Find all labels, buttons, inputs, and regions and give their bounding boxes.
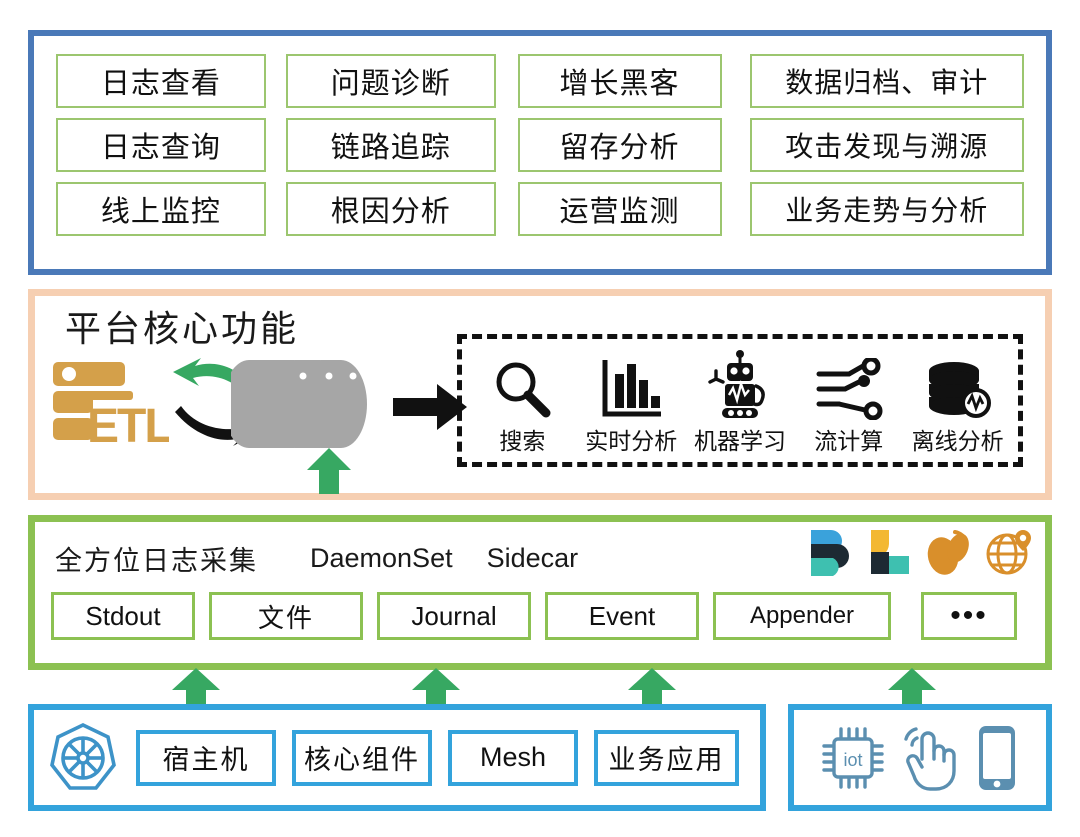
- devices-panel: iot: [788, 704, 1052, 811]
- collection-sources: Stdout 文件 Journal Event Appender •••: [51, 592, 1029, 640]
- capabilities-group: 搜索 实时分析 机器学习 流计算 离线分析: [457, 334, 1023, 467]
- iot-chip-icon: iot: [822, 726, 884, 789]
- scenario-box[interactable]: 留存分析: [517, 118, 722, 172]
- capability-label: 机器学习: [693, 429, 786, 454]
- bar-chart-icon: [599, 346, 663, 420]
- scenario-column-4: 数据归档、审计 攻击发现与溯源 业务走势与分析: [749, 54, 1024, 269]
- scenario-box[interactable]: 攻击发现与溯源: [749, 118, 1024, 172]
- infra-box-mesh[interactable]: Mesh: [448, 729, 578, 786]
- beats-logo: [811, 530, 849, 576]
- scenario-box[interactable]: 数据归档、审计: [749, 54, 1024, 108]
- capability-label: 搜索: [499, 429, 546, 454]
- scenario-box[interactable]: 链路追踪: [285, 118, 496, 172]
- collection-mode-sidecar: Sidecar: [486, 542, 579, 573]
- database-analytics-icon: [924, 346, 992, 420]
- source-box-stdout[interactable]: Stdout: [51, 592, 195, 640]
- capability-realtime-analysis[interactable]: 实时分析: [577, 346, 686, 456]
- iot-chip-label: iot: [843, 750, 862, 770]
- scenario-box[interactable]: 增长黑客: [517, 54, 722, 108]
- capability-search[interactable]: 搜索: [468, 346, 577, 456]
- capability-offline-analysis[interactable]: 离线分析: [903, 346, 1012, 456]
- database-cylinder-icon: [231, 360, 367, 448]
- source-box-more[interactable]: •••: [921, 592, 1017, 640]
- infrastructure-row: 宿主机 核心组件 Mesh 业务应用: [34, 710, 760, 805]
- scenario-box[interactable]: 业务走势与分析: [749, 182, 1024, 236]
- platform-core-panel: 平台核心功能 ETL 搜索 实时分析 机器学习 流计算 离线分析: [28, 289, 1052, 500]
- svg-text:ETL: ETL: [87, 400, 169, 448]
- infra-box-host[interactable]: 宿主机: [136, 729, 276, 786]
- scenarios-panel: 日志查看 日志查询 线上监控 问题诊断 链路追踪 根因分析 增长黑客 留存分析 …: [28, 30, 1052, 275]
- scenario-column-3: 增长黑客 留存分析 运营监测: [517, 54, 722, 269]
- infrastructure-panel: 宿主机 核心组件 Mesh 业务应用: [28, 704, 766, 811]
- infra-box-core-components[interactable]: 核心组件: [292, 729, 432, 786]
- globe-pin-logo: [986, 530, 1031, 575]
- capability-machine-learning[interactable]: 机器学习: [686, 346, 795, 456]
- collection-panel: 全方位日志采集 DaemonSet Sidecar Stdout 文件 Jour…: [28, 515, 1052, 670]
- scenario-box[interactable]: 根因分析: [285, 182, 496, 236]
- stream-flow-icon: [815, 346, 883, 420]
- fluentd-logo: [927, 530, 969, 575]
- robot-icon: [705, 346, 775, 420]
- infra-box-business-app[interactable]: 业务应用: [594, 729, 739, 786]
- touch-hand-icon: [904, 726, 956, 791]
- core-title: 平台核心功能: [65, 309, 300, 349]
- scenario-box[interactable]: 线上监控: [56, 182, 266, 236]
- source-box-journal[interactable]: Journal: [377, 592, 531, 640]
- scenario-box[interactable]: 运营监测: [517, 182, 722, 236]
- architecture-diagram: 日志查看 日志查询 线上监控 问题诊断 链路追踪 根因分析 增长黑客 留存分析 …: [0, 0, 1080, 837]
- scenario-columns: 日志查看 日志查询 线上监控 问题诊断 链路追踪 根因分析 增长黑客 留存分析 …: [34, 36, 1046, 269]
- scenario-box[interactable]: 问题诊断: [285, 54, 496, 108]
- source-box-file[interactable]: 文件: [209, 592, 363, 640]
- scenario-column-1: 日志查看 日志查询 线上监控: [56, 54, 266, 269]
- mobile-phone-icon: [979, 725, 1015, 790]
- logstash-logo: [871, 530, 909, 574]
- scenario-box[interactable]: 日志查询: [56, 118, 266, 172]
- kubernetes-logo: [50, 722, 116, 790]
- scenario-column-2: 问题诊断 链路追踪 根因分析: [285, 54, 496, 269]
- search-icon: [491, 346, 553, 420]
- capability-row: 搜索 实时分析 机器学习 流计算 离线分析: [462, 339, 1018, 462]
- collection-mode-daemonset: DaemonSet: [310, 542, 453, 573]
- scenario-box[interactable]: 日志查看: [56, 54, 266, 108]
- capability-stream-computing[interactable]: 流计算: [794, 346, 903, 456]
- capability-label: 流计算: [814, 429, 884, 454]
- source-box-event[interactable]: Event: [545, 592, 699, 640]
- capability-label: 离线分析: [911, 429, 1004, 454]
- green-up-arrow-icon: [307, 448, 351, 494]
- black-right-arrow-icon: [393, 384, 467, 430]
- capability-label: 实时分析: [585, 429, 678, 454]
- collection-logos: [807, 528, 1033, 576]
- devices-row: iot: [794, 710, 1046, 805]
- collection-heading: 全方位日志采集: [55, 545, 258, 576]
- source-box-appender[interactable]: Appender: [713, 592, 891, 640]
- etl-icon: ETL: [53, 362, 169, 448]
